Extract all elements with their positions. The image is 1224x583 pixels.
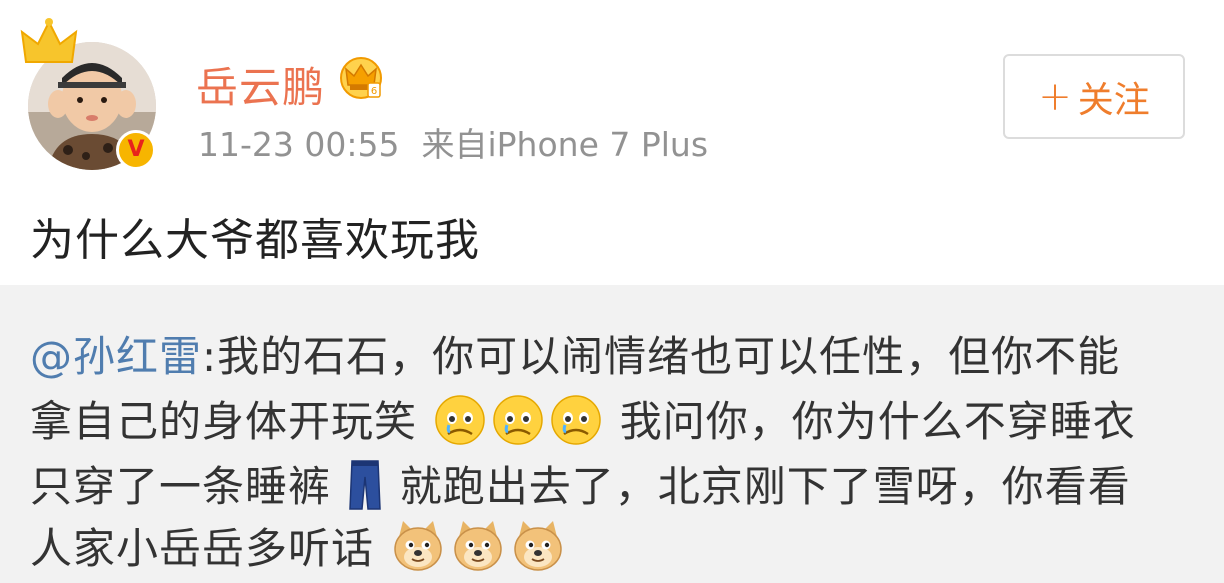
mention-link[interactable]: @孙红雷 <box>30 332 202 381</box>
sad-face-emoji-icon <box>435 395 486 445</box>
repost-line-2: 拿自己的身体开玩笑 我问你，你为什么不穿睡衣 <box>30 388 1136 449</box>
verified-v-icon: V <box>127 137 145 162</box>
repost-text-4: 人家小岳岳多听话 <box>30 524 375 573</box>
plus-icon: + <box>1038 73 1072 120</box>
crown-icon <box>20 18 78 63</box>
post-source[interactable]: 来自iPhone 7 Plus <box>421 125 708 164</box>
repost-text-3a: 只穿了一条睡裤 <box>30 462 332 511</box>
repost-line-4: 人家小岳岳多听话 <box>30 515 568 576</box>
weibo-post: V 岳云鹏 6 11-23 00:55 来自iPhone 7 Plus + 关注 … <box>0 0 1224 285</box>
vip-crown-icon[interactable]: 6 <box>338 55 384 101</box>
doge-emoji-icon <box>454 521 503 571</box>
repost-line-1: @孙红雷:我的石石，你可以闹情绪也可以任性，但你不能 <box>30 323 1120 384</box>
repost-text-1: :我的石石，你可以闹情绪也可以任性，但你不能 <box>202 332 1121 381</box>
reposted-content[interactable]: @孙红雷:我的石石，你可以闹情绪也可以任性，但你不能 拿自己的身体开玩笑 我问你… <box>0 285 1224 583</box>
username[interactable]: 岳云鹏 <box>196 54 325 115</box>
repost-text-2a: 拿自己的身体开玩笑 <box>30 397 418 446</box>
follow-button[interactable]: + 关注 <box>1003 54 1185 139</box>
timestamp: 11-23 00:55 <box>198 125 400 164</box>
jeans-icon <box>349 460 382 510</box>
doge-emoji-icon <box>514 521 563 571</box>
verified-badge: V <box>116 130 156 170</box>
post-text: 为什么大爷都喜欢玩我 <box>30 215 480 266</box>
follow-label: 关注 <box>1077 79 1150 121</box>
sad-face-emoji-icon <box>493 395 544 445</box>
sad-face-emoji-icon <box>551 395 602 445</box>
repost-text-2b: 我问你，你为什么不穿睡衣 <box>619 397 1136 446</box>
doge-emoji-icon <box>394 521 443 571</box>
svg-text:6: 6 <box>371 86 377 97</box>
repost-text-3b: 就跑出去了，北京刚下了雪呀，你看看 <box>399 462 1131 511</box>
post-meta: 11-23 00:55 来自iPhone 7 Plus <box>198 118 708 166</box>
repost-line-3: 只穿了一条睡裤 就跑出去了，北京刚下了雪呀，你看看 <box>30 453 1131 514</box>
avatar-container[interactable]: V <box>20 18 156 170</box>
